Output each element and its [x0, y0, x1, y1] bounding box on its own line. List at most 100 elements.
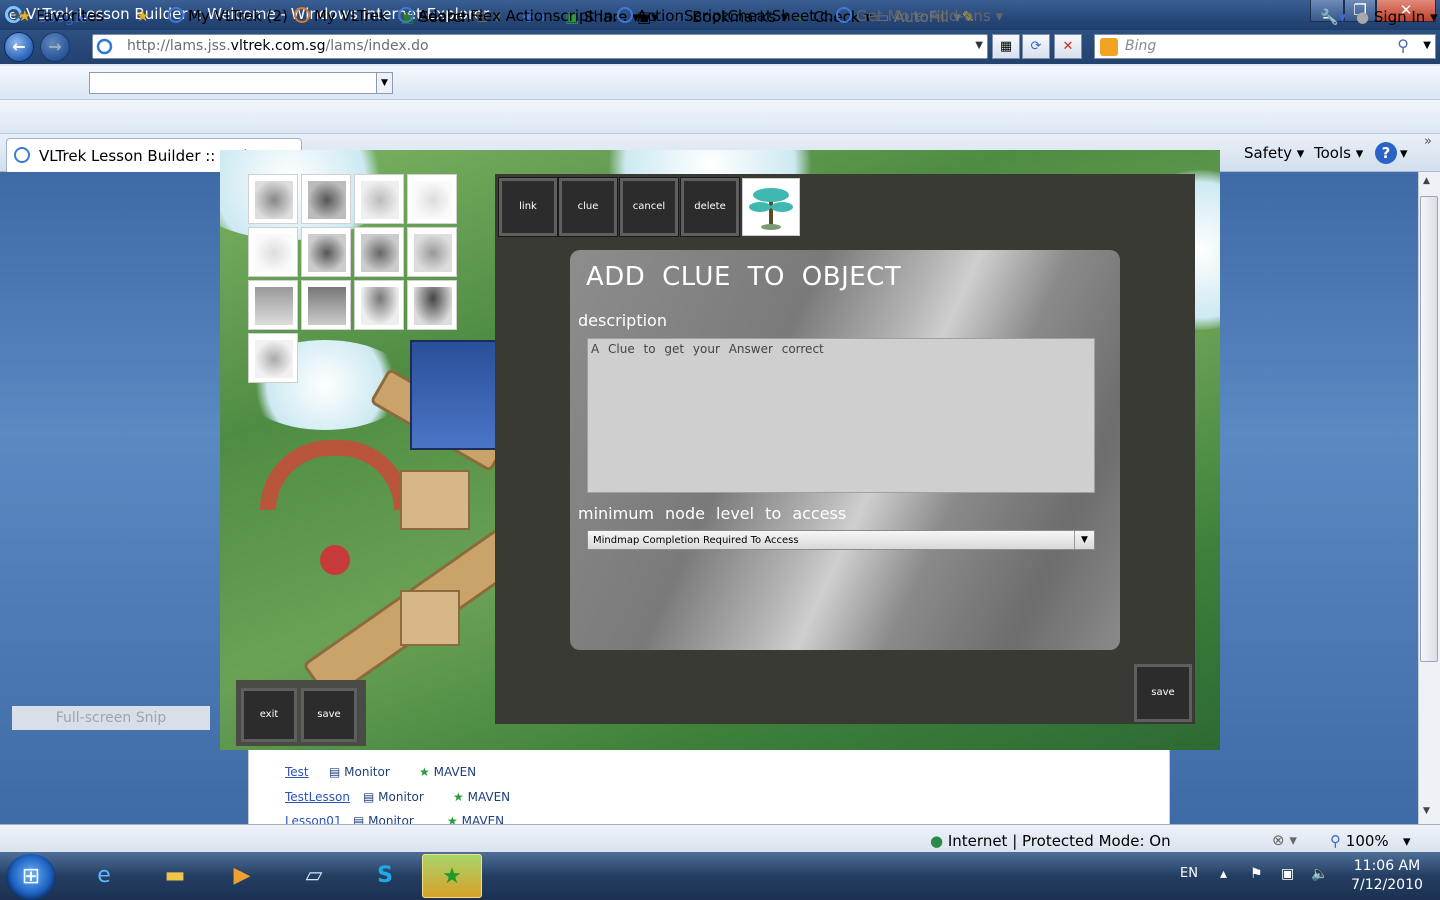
monitor-link[interactable]: ▤ Monitor [329, 765, 419, 779]
compatibility-view-button[interactable]: ▦ [992, 34, 1020, 59]
search-box[interactable]: Bing ⚲ ▼ [1094, 34, 1436, 59]
chevron-down-icon[interactable]: ▼ [1074, 531, 1094, 549]
maven-star-icon: ★ [453, 790, 464, 804]
favorites-star-icon: ★ [18, 7, 32, 25]
show-hidden-icons[interactable]: ▴ [1220, 866, 1227, 882]
lesson-link[interactable]: Test [285, 765, 309, 779]
palette-tile-tree-flat[interactable] [354, 280, 404, 330]
address-dropdown-icon[interactable]: ▼ [975, 40, 983, 51]
zoom-control[interactable]: ⚲ 100% ▾ [1330, 832, 1411, 850]
taskbar-explorer[interactable]: ▬ [145, 854, 205, 898]
lesson-row: TestLesson ▤ Monitor ★ MAVEN [285, 790, 510, 805]
maven-link[interactable]: ★ MAVEN [453, 790, 543, 804]
palette-tile-house[interactable] [248, 280, 298, 330]
system-clock[interactable]: 11:06 AM 7/12/2010 [1340, 857, 1434, 895]
dialog-title: ADD CLUE TO OBJECT [586, 262, 902, 292]
favorite-link-1[interactable]: My VLTrek (2) [168, 7, 288, 25]
favorite-link-label: Adobe Flex Actionscript In... [418, 7, 628, 25]
safety-menu[interactable]: Safety ▾ [1244, 144, 1304, 162]
cancel-button[interactable]: cancel [619, 177, 679, 237]
taskbar-ie[interactable]: e [74, 854, 134, 898]
page-status-icon[interactable]: ⊗ ▾ [1272, 831, 1297, 849]
delete-button[interactable]: delete [680, 177, 740, 237]
exit-button[interactable]: exit [241, 688, 297, 742]
palette-tile-bridge[interactable] [248, 174, 298, 224]
taskbar-skype[interactable]: S [355, 854, 415, 898]
lesson-link[interactable]: TestLesson [285, 790, 350, 804]
palette-tile-grass-pale[interactable] [248, 227, 298, 277]
taskbar-notepad[interactable]: ▱ [284, 854, 344, 898]
monitor-icon: ▤ [363, 790, 375, 804]
tab-page-icon [14, 147, 34, 165]
save-lesson-button[interactable]: save [301, 688, 357, 742]
tab-label: VLTrek Lesson Builder :: Wel [39, 147, 248, 165]
security-zone[interactable]: ● Internet | Protected Mode: On [930, 832, 1171, 850]
refresh-icon: ⟳ [1030, 39, 1042, 54]
ie-page-icon [617, 7, 633, 23]
favorites-button[interactable]: ★ Favorites [18, 7, 104, 25]
description-value: A Clue to get your Answer correct [591, 342, 824, 356]
action-center-flag-icon[interactable]: ⚑ [1250, 866, 1263, 882]
volume-icon[interactable]: 🔈 [1311, 866, 1328, 882]
chevron-more-icon[interactable]: » [1424, 134, 1432, 149]
taskbar-vltrek[interactable]: ★ [422, 854, 482, 898]
add-to-favorites-icon[interactable]: ★ [136, 7, 149, 25]
start-button[interactable]: ⊞ [6, 854, 56, 900]
palette-tile-bush[interactable] [354, 227, 404, 277]
vltrek-star-icon: ★ [442, 864, 462, 889]
palette-tile-building[interactable] [301, 280, 351, 330]
favorites-bar [0, 100, 1440, 134]
palette-tile-grass[interactable] [354, 174, 404, 224]
monitor-link[interactable]: ▤ Monitor [363, 790, 453, 804]
refresh-button[interactable]: ⟳ [1022, 34, 1050, 59]
get-addons-button[interactable]: Get More Add-ons ▾ [836, 7, 1003, 25]
monitor-label: Monitor [378, 790, 424, 804]
min-node-level-select[interactable]: Mindmap Completion Required To Access ▼ [587, 530, 1095, 550]
favorite-link-2[interactable]: My VLTrek [294, 7, 388, 25]
palette-tile-grass-light[interactable] [407, 174, 457, 224]
lesson-row: Test ▤ Monitor ★ MAVEN [285, 765, 476, 780]
maven-link[interactable]: ★ MAVEN [419, 765, 509, 779]
scroll-down-icon[interactable]: ▼ [1423, 806, 1430, 816]
link-button[interactable]: link [498, 177, 558, 237]
google-search-dropdown-icon[interactable]: ▼ [376, 72, 393, 94]
language-indicator[interactable]: EN [1180, 866, 1198, 881]
tools-menu[interactable]: Tools ▾ [1314, 144, 1363, 162]
palette-tile-tree-round[interactable] [407, 280, 457, 330]
palette-tile-bush-dark[interactable] [301, 227, 351, 277]
palette-tile-dome[interactable] [407, 227, 457, 277]
url-text[interactable]: http://lams.jss.vltrek.com.sg/lams/index… [127, 38, 429, 54]
clue-button[interactable]: clue [558, 177, 618, 237]
taskbar-media-player[interactable]: ▶ [212, 854, 272, 898]
select-value: Mindmap Completion Required To Access [593, 535, 799, 546]
stop-button[interactable]: ✕ [1054, 34, 1082, 59]
favorite-link-4[interactable]: ActionScriptCheatSheet.c... [617, 7, 842, 25]
stop-icon: ✕ [1062, 39, 1074, 54]
ie-icon: e [97, 863, 111, 888]
help-dropdown-icon[interactable]: ▾ [1400, 144, 1408, 162]
wrench-icon[interactable]: 🔧▾ [1320, 8, 1346, 26]
network-icon[interactable]: ▣ [1281, 866, 1294, 882]
back-button[interactable]: ← [4, 32, 34, 62]
selected-object-preview[interactable] [742, 178, 800, 236]
help-icon[interactable]: ? [1375, 142, 1397, 164]
ie-page-icon [398, 7, 414, 23]
sign-in-button[interactable]: ● Sign In ▾ [1356, 8, 1438, 26]
search-dropdown-icon[interactable]: ▼ [1423, 40, 1431, 51]
sign-in-label: Sign In [1373, 8, 1426, 26]
google-search-input[interactable] [89, 72, 393, 94]
favorite-link-3[interactable]: Adobe Flex Actionscript In... [398, 7, 627, 25]
palette-tile-palm[interactable] [248, 333, 298, 383]
description-textarea[interactable] [587, 338, 1095, 493]
address-bar[interactable]: http://lams.jss.vltrek.com.sg/lams/index… [92, 34, 988, 59]
notepad-icon: ▱ [305, 863, 323, 888]
forward-arrow-icon: → [48, 37, 62, 56]
search-icon[interactable]: ⚲ [1397, 36, 1409, 55]
save-object-button[interactable]: save [1134, 664, 1192, 722]
status-bar: ● Internet | Protected Mode: On ⊗ ▾ ⚲ 10… [0, 824, 1440, 854]
forward-button[interactable]: → [40, 32, 70, 62]
palette-tile-plant[interactable] [301, 174, 351, 224]
object-palette [248, 174, 458, 386]
scrollbar-thumb[interactable] [1420, 196, 1438, 662]
scroll-up-icon[interactable]: ▲ [1423, 176, 1430, 186]
